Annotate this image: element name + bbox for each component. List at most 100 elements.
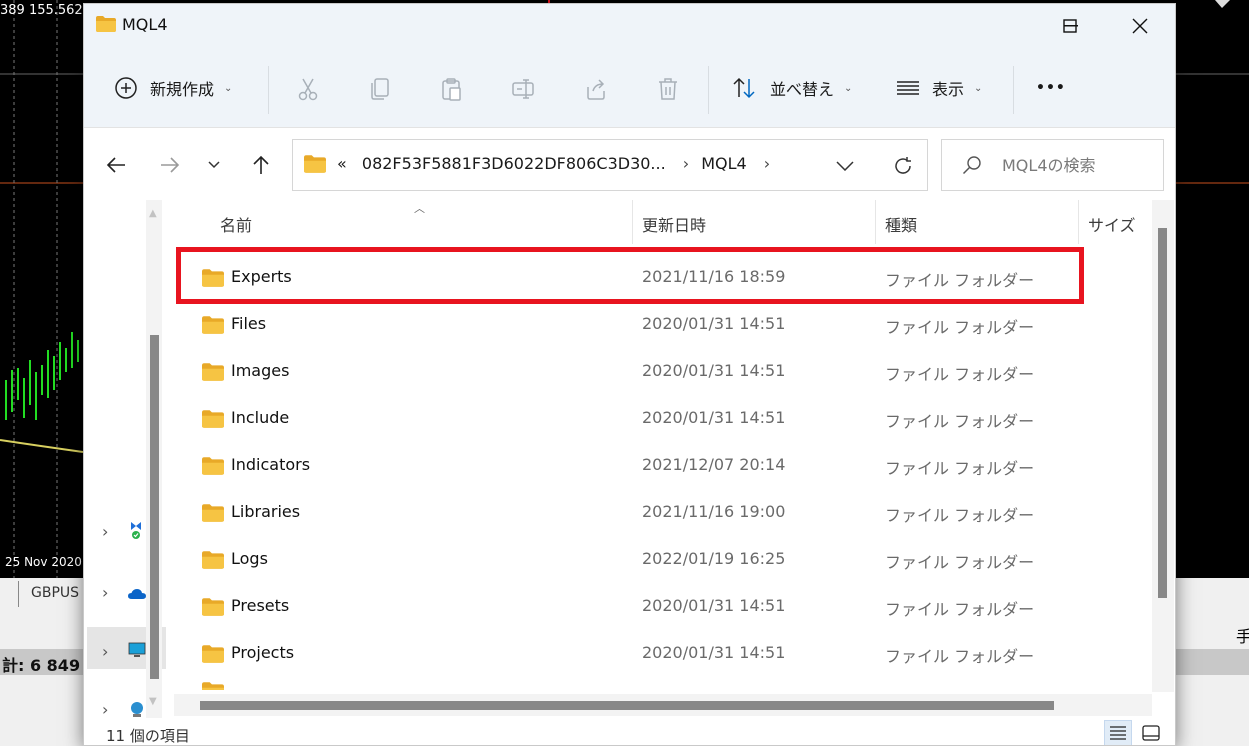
table-row-partial[interactable] [174,670,1152,690]
table-row[interactable]: Libraries 2021/11/16 19:00 ファイル フォルダー [174,489,1152,536]
view-label: 表示 [932,80,965,99]
scroll-up-icon[interactable]: ▲ [149,208,157,219]
chevron-down-icon: ⌄ [844,82,853,94]
more-options-button[interactable]: ••• [1036,72,1066,104]
file-list-horizontal-scrollbar[interactable] [174,694,1152,716]
table-row[interactable]: Include 2020/01/31 14:51 ファイル フォルダー [174,395,1152,442]
sort-icon [732,77,758,99]
chevron-right-icon[interactable]: › [102,642,108,661]
refresh-button[interactable] [888,152,918,180]
file-modified: 2020/01/31 14:51 [642,643,786,662]
scrollbar-thumb[interactable] [200,701,1054,710]
breadcrumb-overflow[interactable]: « [337,154,347,173]
column-type[interactable]: 種類 [885,212,917,236]
navpane-scrollbar[interactable]: ▲ ▼ [146,200,162,720]
column-divider[interactable] [632,200,633,244]
share-icon[interactable] [581,74,611,104]
details-view-icon [1110,726,1126,740]
paste-icon[interactable] [437,74,467,104]
table-row[interactable]: Experts 2021/11/16 18:59 ファイル フォルダー [174,254,1152,301]
breadcrumb-separator[interactable]: › [683,154,689,173]
file-type: ファイル フォルダー [885,553,1035,572]
file-modified: 2020/01/31 14:51 [642,596,786,615]
terminal-total-label: 計: 6 849 [2,656,81,675]
column-divider[interactable] [875,200,876,244]
rename-icon[interactable] [509,74,539,104]
table-row[interactable]: Files 2020/01/31 14:51 ファイル フォルダー [174,301,1152,348]
forward-button[interactable] [155,150,185,180]
scroll-down-icon[interactable]: ▼ [149,696,157,707]
table-row[interactable]: Images 2020/01/31 14:51 ファイル フォルダー [174,348,1152,395]
chevron-right-icon[interactable]: › [102,583,108,602]
sort-button[interactable]: 並べ替え ⌄ [732,72,852,104]
breadcrumb: « 082F53F5881F3D6022DF806C3D30... › MQL4 … [337,154,782,173]
breadcrumb-separator[interactable]: › [764,154,770,173]
scrollbar-thumb[interactable] [150,335,159,679]
toolbar-divider [708,66,709,114]
up-button[interactable] [246,150,276,180]
address-dropdown-button[interactable] [830,152,860,180]
chevron-right-icon[interactable]: › [102,700,108,719]
cut-icon[interactable] [293,74,323,104]
navigation-bar: « 082F53F5881F3D6022DF806C3D30... › MQL4 … [84,128,1175,200]
file-name: Files [231,314,267,333]
table-row[interactable]: Presets 2020/01/31 14:51 ファイル フォルダー [174,583,1152,630]
view-button[interactable]: 表示 ⌄ [896,72,982,104]
delete-icon[interactable] [653,74,683,104]
new-label: 新規作成 [150,80,215,99]
tiles-view-icon [1142,725,1160,741]
search-box[interactable] [941,139,1164,191]
file-name: Include [231,408,290,427]
close-button[interactable] [1105,4,1175,48]
folder-icon [96,16,116,36]
chevron-right-icon[interactable]: › [102,522,108,541]
breadcrumb-current[interactable]: MQL4 [701,154,747,173]
onedrive-personal-icon [128,520,144,539]
maximize-button[interactable] [1035,4,1105,48]
file-type: ファイル フォルダー [885,365,1035,384]
folder-icon [202,363,224,385]
new-button[interactable]: 新規作成 ⌄ [114,72,232,104]
folder-icon [202,316,224,338]
file-modified: 2021/12/07 20:14 [642,455,786,474]
search-input[interactable] [1002,153,1152,177]
chart-price-label: 389 155.562 [0,3,83,18]
column-modified[interactable]: 更新日時 [642,212,706,236]
folder-icon [202,645,224,667]
sort-ascending-icon: ︿ [414,202,425,215]
column-size[interactable]: サイズ [1088,212,1136,236]
plus-circle-icon [114,76,138,100]
address-bar[interactable]: « 082F53F5881F3D6022DF806C3D30... › MQL4 … [292,139,928,191]
copy-icon[interactable] [365,74,395,104]
back-button[interactable] [101,150,131,180]
table-row[interactable]: Logs 2022/01/19 16:25 ファイル フォルダー [174,536,1152,583]
folder-icon [202,410,224,432]
title-bar: MQL4 [84,4,1175,48]
chevron-down-icon: ⌄ [974,82,983,94]
file-type: ファイル フォルダー [885,506,1035,525]
table-row[interactable]: Indicators 2021/12/07 20:14 ファイル フォルダー [174,442,1152,489]
folder-icon [202,551,224,573]
file-modified: 2021/11/16 18:59 [642,267,786,286]
chevron-down-icon: ⌄ [224,82,233,94]
file-modified: 2020/01/31 14:51 [642,408,786,427]
file-type: ファイル フォルダー [885,271,1035,290]
scrollbar-thumb[interactable] [1158,228,1167,598]
file-type: ファイル フォルダー [885,412,1035,431]
item-count: 11 個の項目 [106,727,190,745]
toolbar-divider [1013,66,1014,114]
folder-icon [202,504,224,526]
command-bar: 新規作成 ⌄ 並べ替え ⌄ 表示 ⌄ ••• [84,48,1175,128]
view-lines-icon [896,80,920,96]
file-name: Images [231,361,290,380]
details-view-button[interactable] [1104,720,1132,745]
column-name[interactable]: 名前 [220,212,252,236]
file-name: Libraries [231,502,301,521]
column-divider[interactable] [1078,200,1079,244]
recent-locations-button[interactable] [199,150,229,180]
breadcrumb-parent[interactable]: 082F53F5881F3D6022DF806C3D30... [362,154,666,173]
chart-tab[interactable]: GBPUS [18,581,82,607]
file-list-vertical-scrollbar[interactable] [1152,200,1174,692]
file-modified: 2022/01/19 16:25 [642,549,786,568]
tiles-view-button[interactable] [1137,720,1165,745]
